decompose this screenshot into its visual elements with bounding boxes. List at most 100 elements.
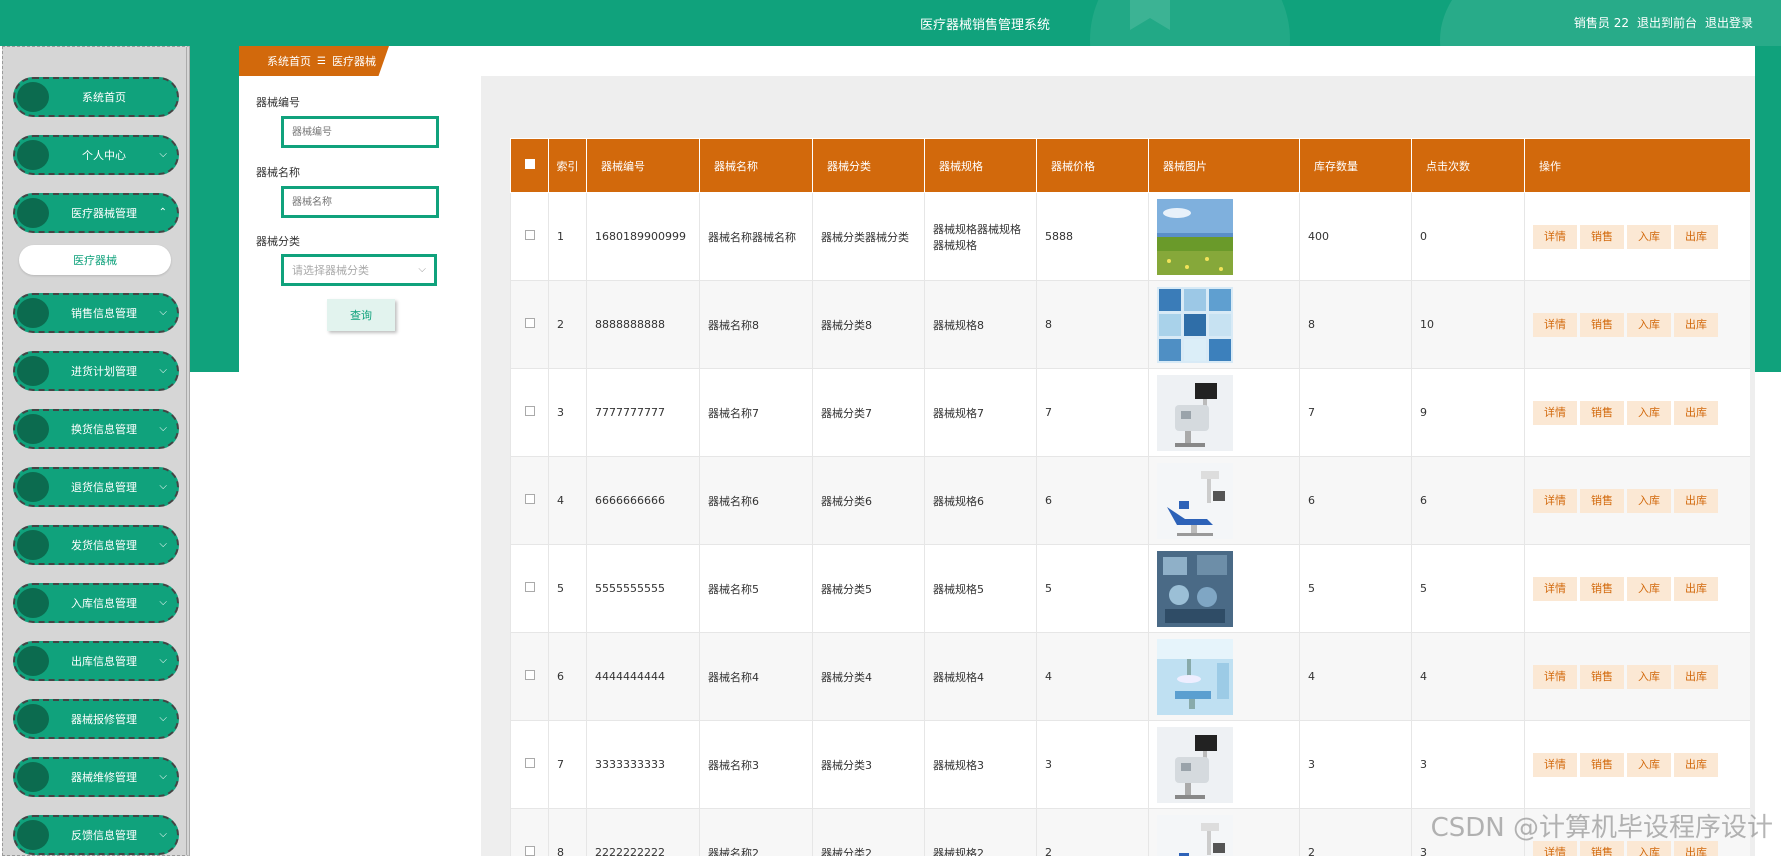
column-header: 器械名称 — [699, 138, 813, 193]
cell-spec: 器械规格器械规格器械规格 — [924, 192, 1037, 281]
row-checkbox[interactable] — [524, 758, 535, 768]
action-button-1[interactable]: 销售 — [1580, 664, 1624, 689]
action-button-0[interactable]: 详情 — [1533, 752, 1577, 777]
sidebar-item[interactable]: 医疗器械管理 ⌃ — [13, 193, 179, 233]
cell-category: 器械分类器械分类 — [812, 192, 925, 281]
data-table-container: 索引 器械编号 器械名称 器械分类 器械规格 器械价格 器械图片 库存数量 点击次数 操作 1 16… — [510, 138, 1750, 856]
action-button-2[interactable]: 入库 — [1627, 752, 1671, 777]
row-checkbox-cell[interactable] — [510, 456, 549, 545]
sidebar-item[interactable]: 销售信息管理 ⌵ — [13, 293, 179, 333]
action-button-3[interactable]: 出库 — [1674, 400, 1718, 425]
row-checkbox-cell[interactable] — [510, 632, 549, 721]
row-checkbox[interactable] — [524, 582, 535, 592]
logout-link[interactable]: 退出登录 — [1705, 14, 1753, 31]
row-checkbox-cell[interactable] — [510, 192, 549, 281]
sidebar-item[interactable]: 进货计划管理 ⌵ — [13, 351, 179, 391]
system-title: 医疗器械销售管理系统 — [920, 18, 1051, 33]
sidebar-item[interactable]: 器械报修管理 ⌵ — [13, 699, 179, 739]
action-button-3[interactable]: 出库 — [1674, 224, 1718, 249]
cell-stock: 7 — [1299, 368, 1412, 457]
action-button-2[interactable]: 入库 — [1627, 576, 1671, 601]
action-button-2[interactable]: 入库 — [1627, 224, 1671, 249]
row-checkbox[interactable] — [524, 230, 535, 240]
menu-dot-icon — [17, 762, 49, 792]
sidebar-item-label: 换货信息管理 — [71, 423, 137, 436]
action-button-2[interactable]: 入库 — [1627, 488, 1671, 513]
action-button-1[interactable]: 销售 — [1580, 752, 1624, 777]
action-button-3[interactable]: 出库 — [1674, 488, 1718, 513]
action-button-1[interactable]: 销售 — [1580, 488, 1624, 513]
action-button-1[interactable]: 销售 — [1580, 312, 1624, 337]
sidebar-item[interactable]: 个人中心 ⌵ — [13, 135, 179, 175]
cell-clicks: 10 — [1411, 280, 1525, 369]
search-button[interactable]: 查询 — [327, 299, 395, 331]
sidebar-item[interactable]: 退货信息管理 ⌵ — [13, 467, 179, 507]
chevron-icon: ⌵ — [159, 655, 167, 666]
action-button-1[interactable]: 销售 — [1580, 400, 1624, 425]
cell-spec: 器械规格4 — [924, 632, 1037, 721]
action-button-0[interactable]: 详情 — [1533, 664, 1577, 689]
action-button-3[interactable]: 出库 — [1674, 312, 1718, 337]
sidebar-item-label: 医疗器械管理 — [71, 207, 137, 220]
chevron-icon: ⌵ — [159, 423, 167, 434]
cell-actions: 详情 销售 入库 出库 — [1524, 544, 1750, 633]
to-front-link[interactable]: 退出到前台 — [1637, 14, 1697, 31]
action-button-3[interactable]: 出库 — [1674, 576, 1718, 601]
action-button-0[interactable]: 详情 — [1533, 488, 1577, 513]
menu-dot-icon — [17, 472, 49, 502]
action-button-1[interactable]: 销售 — [1580, 576, 1624, 601]
row-checkbox[interactable] — [524, 494, 535, 504]
action-button-0[interactable]: 详情 — [1533, 576, 1577, 601]
cell-clicks: 9 — [1411, 368, 1525, 457]
row-checkbox[interactable] — [524, 846, 535, 856]
table-row: 7 3333333333 器械名称3 器械分类3 器械规格3 3 3 3 详情 销售 入库 出库 — [510, 720, 1750, 809]
name-input[interactable] — [281, 186, 439, 218]
breadcrumb-home[interactable]: 系统首页 — [267, 53, 311, 69]
sidebar-item[interactable]: 系统首页 — [13, 77, 179, 117]
action-button-0[interactable]: 详情 — [1533, 400, 1577, 425]
action-button-3[interactable]: 出库 — [1674, 664, 1718, 689]
sidebar-item[interactable]: 器械维修管理 ⌵ — [13, 757, 179, 797]
cell-image — [1148, 632, 1300, 721]
sidebar-item[interactable]: 发货信息管理 ⌵ — [13, 525, 179, 565]
row-checkbox-cell[interactable] — [510, 720, 549, 809]
action-button-0[interactable]: 详情 — [1533, 312, 1577, 337]
select-all-checkbox[interactable] — [524, 159, 535, 169]
action-button-3[interactable]: 出库 — [1674, 752, 1718, 777]
cell-name: 器械名称6 — [699, 456, 813, 545]
cell-spec: 器械规格5 — [924, 544, 1037, 633]
row-checkbox[interactable] — [524, 318, 535, 328]
sidebar-subitem-medical-device[interactable]: 医疗器械 — [19, 245, 171, 275]
main-panel: 系统首页 ☰ 医疗器械 器械编号 器械名称 器械分类 请选择器械分类 ⌵ 查询 — [239, 46, 1755, 856]
cell-name: 器械名称3 — [699, 720, 813, 809]
chevron-icon: ⌵ — [159, 365, 167, 376]
row-checkbox[interactable] — [524, 406, 535, 416]
sidebar-item[interactable]: 换货信息管理 ⌵ — [13, 409, 179, 449]
row-checkbox-cell[interactable] — [510, 544, 549, 633]
sidebar-item[interactable]: 入库信息管理 ⌵ — [13, 583, 179, 623]
cell-price: 6 — [1036, 456, 1149, 545]
sidebar-item[interactable]: 反馈信息管理 ⌵ — [13, 815, 179, 855]
code-input[interactable] — [281, 116, 439, 148]
watermark: CSDN @计算机毕设程序设计 — [1430, 813, 1773, 843]
sidebar-item[interactable]: 出库信息管理 ⌵ — [13, 641, 179, 681]
action-button-1[interactable]: 销售 — [1580, 224, 1624, 249]
row-checkbox[interactable] — [524, 670, 535, 680]
cell-stock: 4 — [1299, 632, 1412, 721]
category-select[interactable]: 请选择器械分类 ⌵ — [281, 254, 437, 286]
row-checkbox-cell[interactable] — [510, 808, 549, 856]
action-button-2[interactable]: 入库 — [1627, 312, 1671, 337]
action-button-0[interactable]: 详情 — [1533, 224, 1577, 249]
device-image — [1157, 374, 1233, 451]
sidebar-item-label: 入库信息管理 — [71, 597, 137, 610]
row-checkbox-cell[interactable] — [510, 368, 549, 457]
cell-price: 5888 — [1036, 192, 1149, 281]
cell-clicks: 3 — [1411, 720, 1525, 809]
table-row: 6 4444444444 器械名称4 器械分类4 器械规格4 4 4 4 详情 销售 入库 出库 — [510, 632, 1750, 721]
action-button-2[interactable]: 入库 — [1627, 664, 1671, 689]
chevron-icon: ⌵ — [159, 149, 167, 160]
row-checkbox-cell[interactable] — [510, 280, 549, 369]
column-header[interactable] — [510, 138, 549, 193]
action-button-2[interactable]: 入库 — [1627, 400, 1671, 425]
cell-category: 器械分类2 — [812, 808, 925, 856]
